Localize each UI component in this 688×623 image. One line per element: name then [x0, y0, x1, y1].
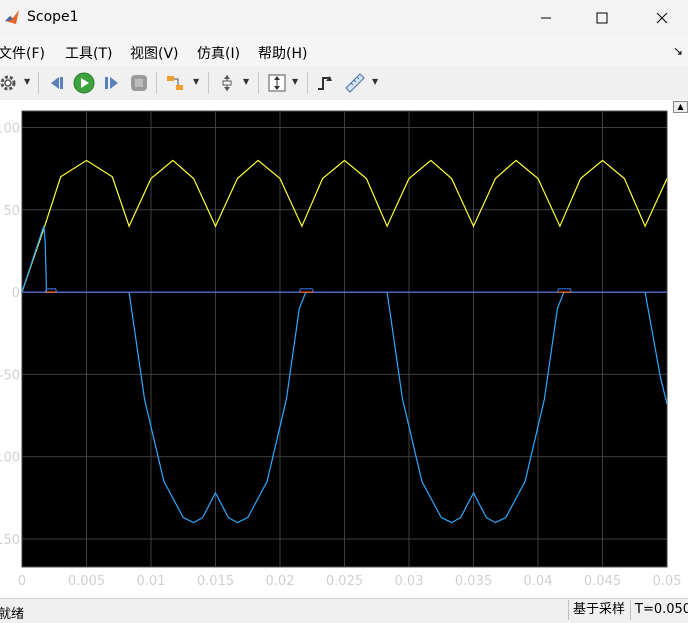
trigger-button[interactable] [313, 71, 337, 95]
y-tick-label: 50 [3, 204, 20, 219]
menu-tools[interactable]: 工具(T) [65, 43, 112, 63]
highlight-block-icon [167, 76, 183, 90]
zoom-icon [222, 75, 232, 91]
status-sample-mode: 基于采样 [568, 600, 625, 620]
settings-gear-icon [0, 75, 16, 91]
scope-chart[interactable]: 0 0.005 0.01 0.015 0.02 0.025 0.03 0.035 0.04 0.0… [0, 100, 688, 598]
status-ready-text: 就绪 [0, 607, 25, 622]
x-tick-label: 0.005 [68, 574, 105, 589]
menu-view[interactable]: 视图(V) [130, 43, 179, 63]
zoom-dropdown-icon[interactable]: ▼ [243, 77, 249, 86]
measurements-dropdown-icon[interactable]: ▼ [372, 77, 378, 86]
run-icon [73, 72, 95, 94]
toolbar-separator [258, 72, 259, 94]
menu-help[interactable]: 帮助(H) [258, 43, 307, 63]
autoscale-icon [268, 74, 286, 92]
x-tick-label: 0.025 [326, 574, 363, 589]
highlight-dropdown-icon[interactable]: ▼ [193, 77, 199, 86]
step-forward-button[interactable] [100, 71, 124, 95]
step-forward-icon [105, 77, 118, 89]
toolbar: ▼ ▼ ▼ ▼ ▼ [0, 66, 688, 101]
status-sim-time: T=0.050 [630, 600, 688, 620]
settings-dropdown-icon[interactable]: ▼ [24, 77, 30, 86]
minimize-icon [541, 17, 551, 19]
measurements-button[interactable] [343, 71, 367, 95]
y-tick-label: -50 [0, 368, 20, 383]
status-bar: 就绪 基于采样 T=0.050 [0, 598, 688, 623]
menu-bar: 文件(F) 工具(T) 视图(V) 仿真(I) 帮助(H) ↘ [0, 36, 688, 66]
trigger-icon [318, 76, 332, 90]
x-tick-label: 0.035 [455, 574, 492, 589]
undock-axes-icon[interactable]: ▲ [673, 101, 688, 113]
step-back-button[interactable] [45, 71, 69, 95]
y-tick-label: -150 [0, 533, 20, 548]
minimize-button[interactable] [524, 0, 568, 36]
toolbar-separator [38, 72, 39, 94]
maximize-icon [596, 12, 608, 24]
x-tick-label: 0.01 [137, 574, 166, 589]
x-tick-label: 0.03 [395, 574, 424, 589]
step-back-icon [51, 77, 63, 89]
x-tick-label: 0.02 [266, 574, 295, 589]
stop-button[interactable] [127, 71, 151, 95]
y-tick-label: 100 [0, 121, 20, 136]
window-title: Scope1 [27, 9, 79, 25]
matlab-logo-icon [5, 10, 19, 24]
autoscale-button[interactable] [265, 71, 289, 95]
title-bar: Scope1 [0, 0, 688, 36]
stop-icon [131, 75, 147, 91]
x-tick-label: 0.015 [197, 574, 234, 589]
zoom-button[interactable] [215, 71, 239, 95]
toolbar-separator [208, 72, 209, 94]
maximize-button[interactable] [580, 0, 624, 36]
menu-dock-arrow-icon[interactable]: ↘ [673, 44, 683, 58]
x-tick-label: 0.04 [524, 574, 553, 589]
toolbar-separator [307, 72, 308, 94]
x-tick-label: 0 [18, 574, 26, 589]
highlight-block-button[interactable] [163, 71, 187, 95]
x-tick-label: 0.05 [653, 574, 682, 589]
y-tick-label: 0 [12, 286, 20, 301]
autoscale-dropdown-icon[interactable]: ▼ [292, 77, 298, 86]
close-button[interactable] [640, 0, 684, 36]
x-tick-label: 0.045 [584, 574, 621, 589]
close-icon [656, 12, 668, 24]
scope-plot-area: 0 0.005 0.01 0.015 0.02 0.025 0.03 0.035 0.04 0.0… [0, 100, 688, 598]
measurements-icon [345, 73, 365, 93]
settings-button[interactable] [0, 71, 20, 95]
run-button[interactable] [72, 71, 96, 95]
y-tick-label: -100 [0, 451, 20, 466]
menu-file[interactable]: 文件(F) [0, 43, 45, 63]
toolbar-separator [156, 72, 157, 94]
menu-simulation[interactable]: 仿真(I) [197, 43, 240, 63]
